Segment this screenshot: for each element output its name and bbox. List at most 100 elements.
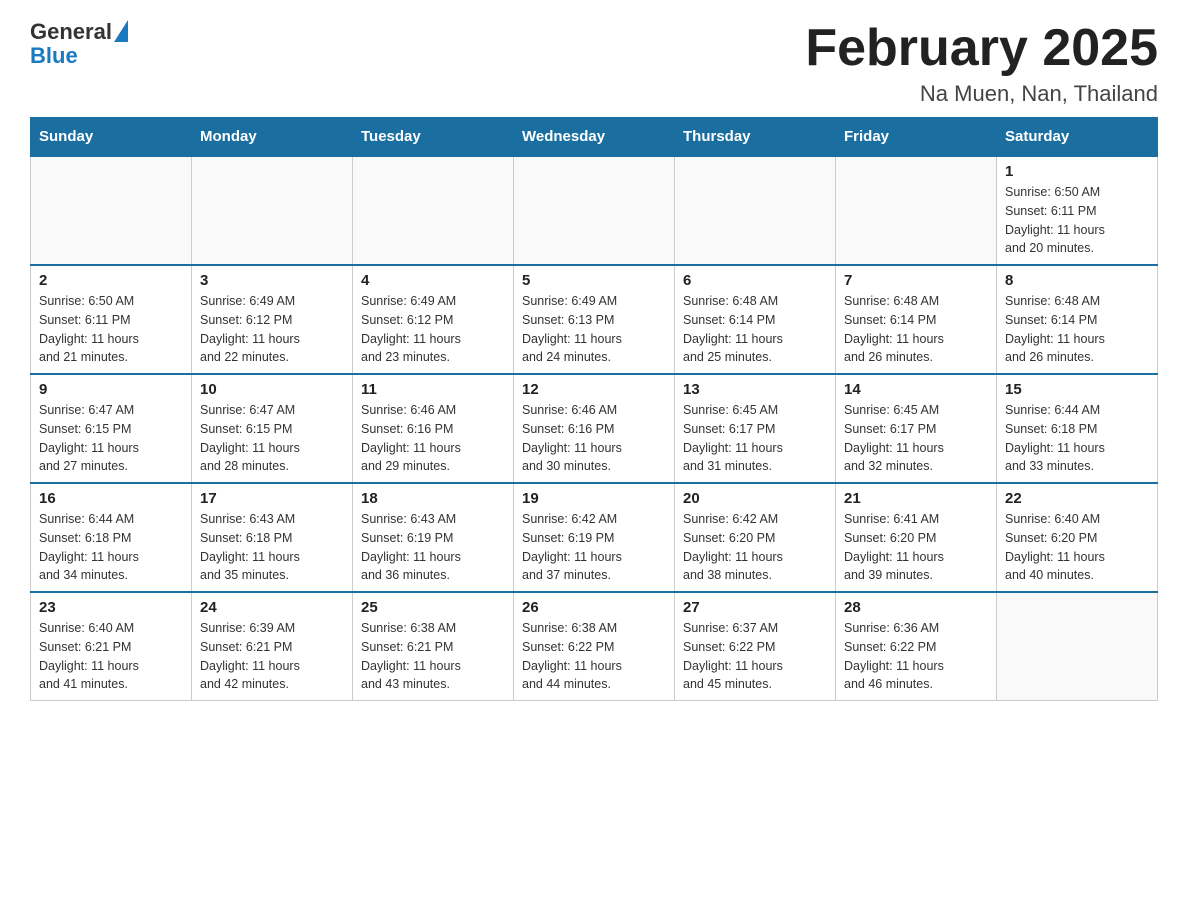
day-number: 5: [522, 272, 666, 289]
day-number: 3: [200, 272, 344, 289]
column-header-sunday: Sunday: [31, 118, 192, 157]
day-info: Sunrise: 6:45 AM Sunset: 6:17 PM Dayligh…: [844, 401, 988, 476]
day-info: Sunrise: 6:47 AM Sunset: 6:15 PM Dayligh…: [39, 401, 183, 476]
day-number: 11: [361, 381, 505, 398]
day-number: 1: [1005, 163, 1149, 180]
day-number: 28: [844, 599, 988, 616]
calendar-cell: 2 Sunrise: 6:50 AM Sunset: 6:11 PM Daylig…: [31, 265, 192, 374]
calendar-cell: 20 Sunrise: 6:42 AM Sunset: 6:20 PM Dayli…: [675, 483, 836, 592]
day-info: Sunrise: 6:41 AM Sunset: 6:20 PM Dayligh…: [844, 510, 988, 585]
day-info: Sunrise: 6:48 AM Sunset: 6:14 PM Dayligh…: [1005, 292, 1149, 367]
day-number: 13: [683, 381, 827, 398]
calendar-cell: 6Sunrise: 6:48 AM Sunset: 6:14 PM Daylig…: [675, 265, 836, 374]
column-header-thursday: Thursday: [675, 118, 836, 157]
calendar-cell: 10 Sunrise: 6:47 AM Sunset: 6:15 PM Dayli…: [192, 374, 353, 483]
day-number: 15: [1005, 381, 1149, 398]
day-number: 24: [200, 599, 344, 616]
day-number: 16: [39, 490, 183, 507]
day-info: Sunrise: 6:43 AM Sunset: 6:18 PM Dayligh…: [200, 510, 344, 585]
calendar-cell: [836, 156, 997, 265]
day-info: Sunrise: 6:45 AM Sunset: 6:17 PM Dayligh…: [683, 401, 827, 476]
calendar-cell: 8Sunrise: 6:48 AM Sunset: 6:14 PM Daylig…: [997, 265, 1158, 374]
calendar-cell: 17 Sunrise: 6:43 AM Sunset: 6:18 PM Dayli…: [192, 483, 353, 592]
day-number: 10: [200, 381, 344, 398]
calendar-cell: 26 Sunrise: 6:38 AM Sunset: 6:22 PM Dayli…: [514, 592, 675, 701]
calendar-cell: 18 Sunrise: 6:43 AM Sunset: 6:19 PM Dayli…: [353, 483, 514, 592]
column-header-monday: Monday: [192, 118, 353, 157]
calendar-cell: 19 Sunrise: 6:42 AM Sunset: 6:19 PM Dayli…: [514, 483, 675, 592]
day-info: Sunrise: 6:49 AM Sunset: 6:12 PM Dayligh…: [200, 292, 344, 367]
logo-general-text: General: [30, 20, 112, 44]
day-info: Sunrise: 6:46 AM Sunset: 6:16 PM Dayligh…: [522, 401, 666, 476]
day-info: Sunrise: 6:40 AM Sunset: 6:21 PM Dayligh…: [39, 619, 183, 694]
calendar-cell: 24 Sunrise: 6:39 AM Sunset: 6:21 PM Dayli…: [192, 592, 353, 701]
day-number: 26: [522, 599, 666, 616]
day-info: Sunrise: 6:42 AM Sunset: 6:19 PM Dayligh…: [522, 510, 666, 585]
column-header-wednesday: Wednesday: [514, 118, 675, 157]
day-info: Sunrise: 6:37 AM Sunset: 6:22 PM Dayligh…: [683, 619, 827, 694]
location-title: Na Muen, Nan, Thailand: [805, 81, 1158, 107]
calendar-cell: [31, 156, 192, 265]
calendar-week-row: 16 Sunrise: 6:44 AM Sunset: 6:18 PM Dayli…: [31, 483, 1158, 592]
calendar-cell: [997, 592, 1158, 701]
day-number: 21: [844, 490, 988, 507]
calendar-cell: [353, 156, 514, 265]
calendar-week-row: 9 Sunrise: 6:47 AM Sunset: 6:15 PM Daylig…: [31, 374, 1158, 483]
day-info: Sunrise: 6:50 AM Sunset: 6:11 PM Dayligh…: [39, 292, 183, 367]
title-block: February 2025 Na Muen, Nan, Thailand: [805, 20, 1158, 107]
calendar-cell: 25 Sunrise: 6:38 AM Sunset: 6:21 PM Dayli…: [353, 592, 514, 701]
day-info: Sunrise: 6:40 AM Sunset: 6:20 PM Dayligh…: [1005, 510, 1149, 585]
day-number: 6: [683, 272, 827, 289]
calendar-header-row: SundayMondayTuesdayWednesdayThursdayFrid…: [31, 118, 1158, 157]
day-info: Sunrise: 6:47 AM Sunset: 6:15 PM Dayligh…: [200, 401, 344, 476]
calendar-cell: 27 Sunrise: 6:37 AM Sunset: 6:22 PM Dayli…: [675, 592, 836, 701]
calendar-cell: 16 Sunrise: 6:44 AM Sunset: 6:18 PM Dayli…: [31, 483, 192, 592]
calendar-week-row: 1 Sunrise: 6:50 AM Sunset: 6:11 PM Daylig…: [31, 156, 1158, 265]
calendar-cell: 21 Sunrise: 6:41 AM Sunset: 6:20 PM Dayli…: [836, 483, 997, 592]
day-number: 27: [683, 599, 827, 616]
logo-blue-text: Blue: [30, 43, 78, 68]
calendar-week-row: 2 Sunrise: 6:50 AM Sunset: 6:11 PM Daylig…: [31, 265, 1158, 374]
day-info: Sunrise: 6:44 AM Sunset: 6:18 PM Dayligh…: [39, 510, 183, 585]
day-info: Sunrise: 6:49 AM Sunset: 6:12 PM Dayligh…: [361, 292, 505, 367]
day-number: 2: [39, 272, 183, 289]
day-info: Sunrise: 6:38 AM Sunset: 6:22 PM Dayligh…: [522, 619, 666, 694]
day-info: Sunrise: 6:48 AM Sunset: 6:14 PM Dayligh…: [844, 292, 988, 367]
day-info: Sunrise: 6:44 AM Sunset: 6:18 PM Dayligh…: [1005, 401, 1149, 476]
column-header-tuesday: Tuesday: [353, 118, 514, 157]
day-number: 20: [683, 490, 827, 507]
calendar-cell: 15 Sunrise: 6:44 AM Sunset: 6:18 PM Dayli…: [997, 374, 1158, 483]
calendar-cell: [675, 156, 836, 265]
calendar-cell: [192, 156, 353, 265]
day-info: Sunrise: 6:42 AM Sunset: 6:20 PM Dayligh…: [683, 510, 827, 585]
day-number: 17: [200, 490, 344, 507]
day-number: 18: [361, 490, 505, 507]
logo-triangle-icon: [114, 20, 128, 42]
calendar-table: SundayMondayTuesdayWednesdayThursdayFrid…: [30, 117, 1158, 701]
logo: General Blue: [30, 20, 128, 68]
day-number: 22: [1005, 490, 1149, 507]
day-info: Sunrise: 6:39 AM Sunset: 6:21 PM Dayligh…: [200, 619, 344, 694]
day-number: 14: [844, 381, 988, 398]
page-header: General Blue February 2025 Na Muen, Nan,…: [30, 20, 1158, 107]
calendar-cell: 7Sunrise: 6:48 AM Sunset: 6:14 PM Daylig…: [836, 265, 997, 374]
day-info: Sunrise: 6:36 AM Sunset: 6:22 PM Dayligh…: [844, 619, 988, 694]
day-number: 12: [522, 381, 666, 398]
calendar-cell: 11Sunrise: 6:46 AM Sunset: 6:16 PM Dayli…: [353, 374, 514, 483]
day-number: 9: [39, 381, 183, 398]
calendar-cell: 5Sunrise: 6:49 AM Sunset: 6:13 PM Daylig…: [514, 265, 675, 374]
column-header-friday: Friday: [836, 118, 997, 157]
calendar-cell: 28 Sunrise: 6:36 AM Sunset: 6:22 PM Dayli…: [836, 592, 997, 701]
day-info: Sunrise: 6:38 AM Sunset: 6:21 PM Dayligh…: [361, 619, 505, 694]
calendar-cell: 1 Sunrise: 6:50 AM Sunset: 6:11 PM Daylig…: [997, 156, 1158, 265]
calendar-cell: 13 Sunrise: 6:45 AM Sunset: 6:17 PM Dayli…: [675, 374, 836, 483]
calendar-cell: 9 Sunrise: 6:47 AM Sunset: 6:15 PM Daylig…: [31, 374, 192, 483]
day-number: 23: [39, 599, 183, 616]
day-number: 19: [522, 490, 666, 507]
day-info: Sunrise: 6:50 AM Sunset: 6:11 PM Dayligh…: [1005, 183, 1149, 258]
calendar-week-row: 23 Sunrise: 6:40 AM Sunset: 6:21 PM Dayli…: [31, 592, 1158, 701]
day-info: Sunrise: 6:43 AM Sunset: 6:19 PM Dayligh…: [361, 510, 505, 585]
calendar-cell: 3 Sunrise: 6:49 AM Sunset: 6:12 PM Daylig…: [192, 265, 353, 374]
day-number: 25: [361, 599, 505, 616]
column-header-saturday: Saturday: [997, 118, 1158, 157]
